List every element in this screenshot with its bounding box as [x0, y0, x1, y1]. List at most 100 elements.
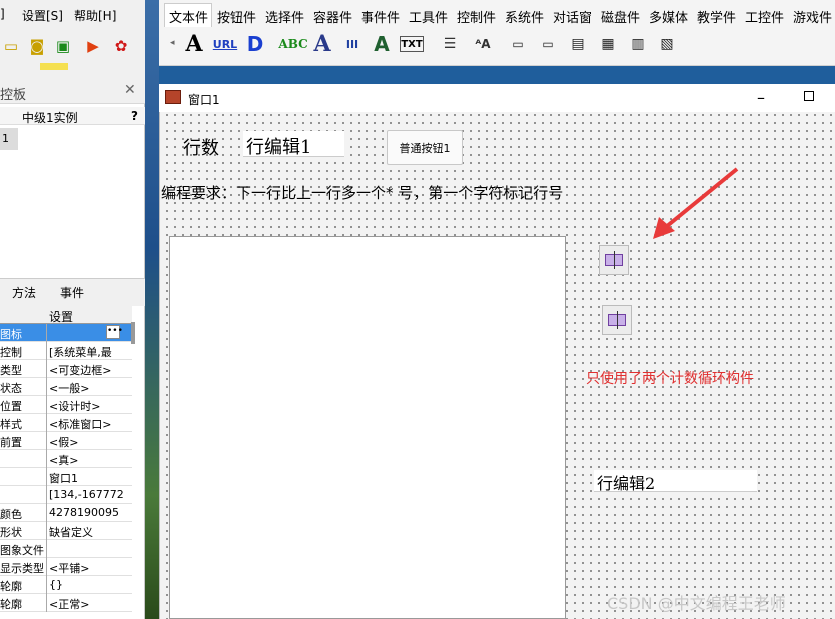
edit-field-2[interactable]: 行编辑2 — [594, 470, 757, 493]
table-component-icon[interactable]: ▧ — [656, 32, 678, 56]
window-title: 窗口1 — [188, 93, 220, 107]
component-tab[interactable]: 对话窗 — [553, 7, 592, 26]
marquee-icon[interactable]: III — [340, 32, 364, 56]
toolbar-indicator — [40, 63, 68, 70]
property-key: 轮廓 — [0, 580, 22, 593]
property-row[interactable]: <真> — [0, 450, 132, 468]
d-component-icon[interactable]: D — [244, 32, 266, 56]
column-divider — [46, 396, 47, 414]
component-tab[interactable]: 游戏件 — [793, 7, 832, 26]
property-row[interactable]: 颜色 4278190095 — [0, 504, 132, 522]
property-value: <设计时> — [49, 400, 101, 413]
component-tab[interactable]: 磁盘件 — [601, 7, 640, 26]
normal-button-1[interactable]: 普通按钮1 — [387, 130, 463, 165]
ellipsis-button[interactable]: ••• — [106, 325, 123, 339]
property-row[interactable]: 显示类型 <平铺> — [0, 558, 132, 576]
property-row[interactable]: 轮廓 <正常> — [0, 594, 132, 612]
edit-field-1[interactable]: 行编辑1 — [243, 131, 344, 158]
property-row[interactable]: 窗口1 — [0, 468, 132, 486]
property-value: [系统菜单,最 — [49, 346, 112, 359]
component-tab[interactable]: 工控件 — [745, 7, 784, 26]
folder-icon[interactable]: ▭ — [0, 35, 22, 57]
run-icon[interactable]: ▶ — [82, 35, 104, 57]
property-key: 形状 — [0, 526, 22, 539]
output-textbox[interactable] — [169, 236, 566, 619]
column-divider — [46, 360, 47, 378]
scrollbar[interactable] — [131, 322, 135, 344]
component-tab[interactable]: 系统件 — [505, 7, 544, 26]
property-value: [134,-167772 — [49, 488, 124, 501]
property-key: 图标 — [0, 328, 22, 341]
doc-component-icon[interactable]: ▥ — [628, 32, 648, 56]
rows-label: 行数 — [183, 138, 219, 159]
component-tab[interactable]: 控制件 — [457, 7, 496, 26]
column-divider — [46, 342, 47, 360]
counter-loop-2-icon[interactable] — [602, 305, 632, 335]
close-icon[interactable]: ✕ — [124, 82, 136, 98]
property-row[interactable]: [134,-167772 — [0, 486, 132, 504]
component-tab[interactable]: 按钮件 — [217, 7, 256, 26]
open-folder-icon[interactable]: ◙ — [26, 35, 48, 57]
abc-component-icon[interactable]: ABC — [278, 32, 307, 56]
property-row[interactable]: 轮廓 {} — [0, 576, 132, 594]
textbox-component-icon[interactable]: ▭ — [536, 32, 560, 56]
property-row[interactable]: 位置 <设计时> — [0, 396, 132, 414]
column-divider — [46, 504, 47, 522]
tab-events[interactable]: 事件 — [60, 284, 84, 301]
property-key: 轮廓 — [0, 598, 22, 611]
component-tab[interactable]: 容器件 — [313, 7, 352, 26]
label-component-icon[interactable]: A — [182, 31, 206, 57]
save-icon[interactable]: ▣ — [52, 35, 74, 57]
component-tab[interactable]: 教学件 — [697, 7, 736, 26]
column-divider — [46, 522, 47, 540]
art-text-icon[interactable]: A — [310, 31, 334, 57]
grid-component-icon[interactable]: ▦ — [596, 32, 620, 56]
annotation-note: 只使用了两个计数循环构件 — [586, 371, 754, 387]
property-row[interactable]: 图象文件 — [0, 540, 132, 558]
list-component-icon[interactable]: ☰ — [440, 32, 460, 56]
menu-item-partial[interactable]: ] — [0, 7, 5, 21]
component-tab[interactable]: 工具件 — [409, 7, 448, 26]
property-row[interactable]: 前置 <假> — [0, 432, 132, 450]
property-row[interactable]: 图标 ••• — [0, 324, 132, 342]
property-row[interactable]: 控制 [系统菜单,最 — [0, 342, 132, 360]
component-tab[interactable]: 文本件 — [169, 7, 208, 26]
memo-component-icon[interactable]: ▤ — [568, 32, 588, 56]
tab-methods[interactable]: 方法 — [12, 284, 36, 301]
instance-label: 中级1实例 — [22, 111, 78, 125]
property-key: 图象文件 — [0, 544, 44, 557]
font-component-icon[interactable]: A — [370, 32, 394, 56]
property-row[interactable]: 样式 <标准窗口> — [0, 414, 132, 432]
property-value: <假> — [49, 436, 79, 449]
property-row[interactable]: 形状 缺省定义 — [0, 522, 132, 540]
column-divider — [46, 576, 47, 594]
desktop-background — [145, 0, 159, 619]
maximize-button[interactable] — [804, 91, 814, 101]
column-divider — [46, 558, 47, 576]
editbox-component-icon[interactable]: ▭ — [506, 32, 530, 56]
menu-item-settings[interactable]: 设置[S] — [22, 7, 63, 24]
fontsize-component-icon[interactable]: ᴬA — [472, 32, 494, 56]
column-divider — [46, 324, 47, 342]
scroll-left-icon[interactable]: ◂ — [170, 38, 175, 48]
watermark: CSDN @中文编程王老师 — [607, 594, 786, 613]
menu-item-help[interactable]: 帮助[H] — [74, 7, 116, 24]
component-tab[interactable]: 事件件 — [361, 7, 400, 26]
minimize-button[interactable]: – — [757, 88, 765, 107]
property-value: <正常> — [49, 598, 90, 611]
component-tab[interactable]: 选择件 — [265, 7, 304, 26]
property-value: <平铺> — [49, 562, 90, 575]
component-tab[interactable]: 多媒体 — [649, 7, 688, 26]
tree-item-selected[interactable]: 1 — [0, 128, 18, 150]
annotation-arrow — [653, 167, 739, 239]
stop-icon[interactable]: ✿ — [110, 35, 132, 57]
property-row[interactable]: 状态 <一般> — [0, 378, 132, 396]
property-value: {} — [49, 578, 63, 591]
txt-component-icon[interactable]: TXT — [400, 36, 424, 52]
property-value: 4278190095 — [49, 506, 119, 519]
url-component-icon[interactable]: URL — [212, 32, 238, 56]
counter-loop-1-icon[interactable] — [599, 245, 629, 275]
help-button[interactable]: ? — [131, 109, 138, 123]
property-value: <一般> — [49, 382, 90, 395]
property-row[interactable]: 类型 <可变边框> — [0, 360, 132, 378]
